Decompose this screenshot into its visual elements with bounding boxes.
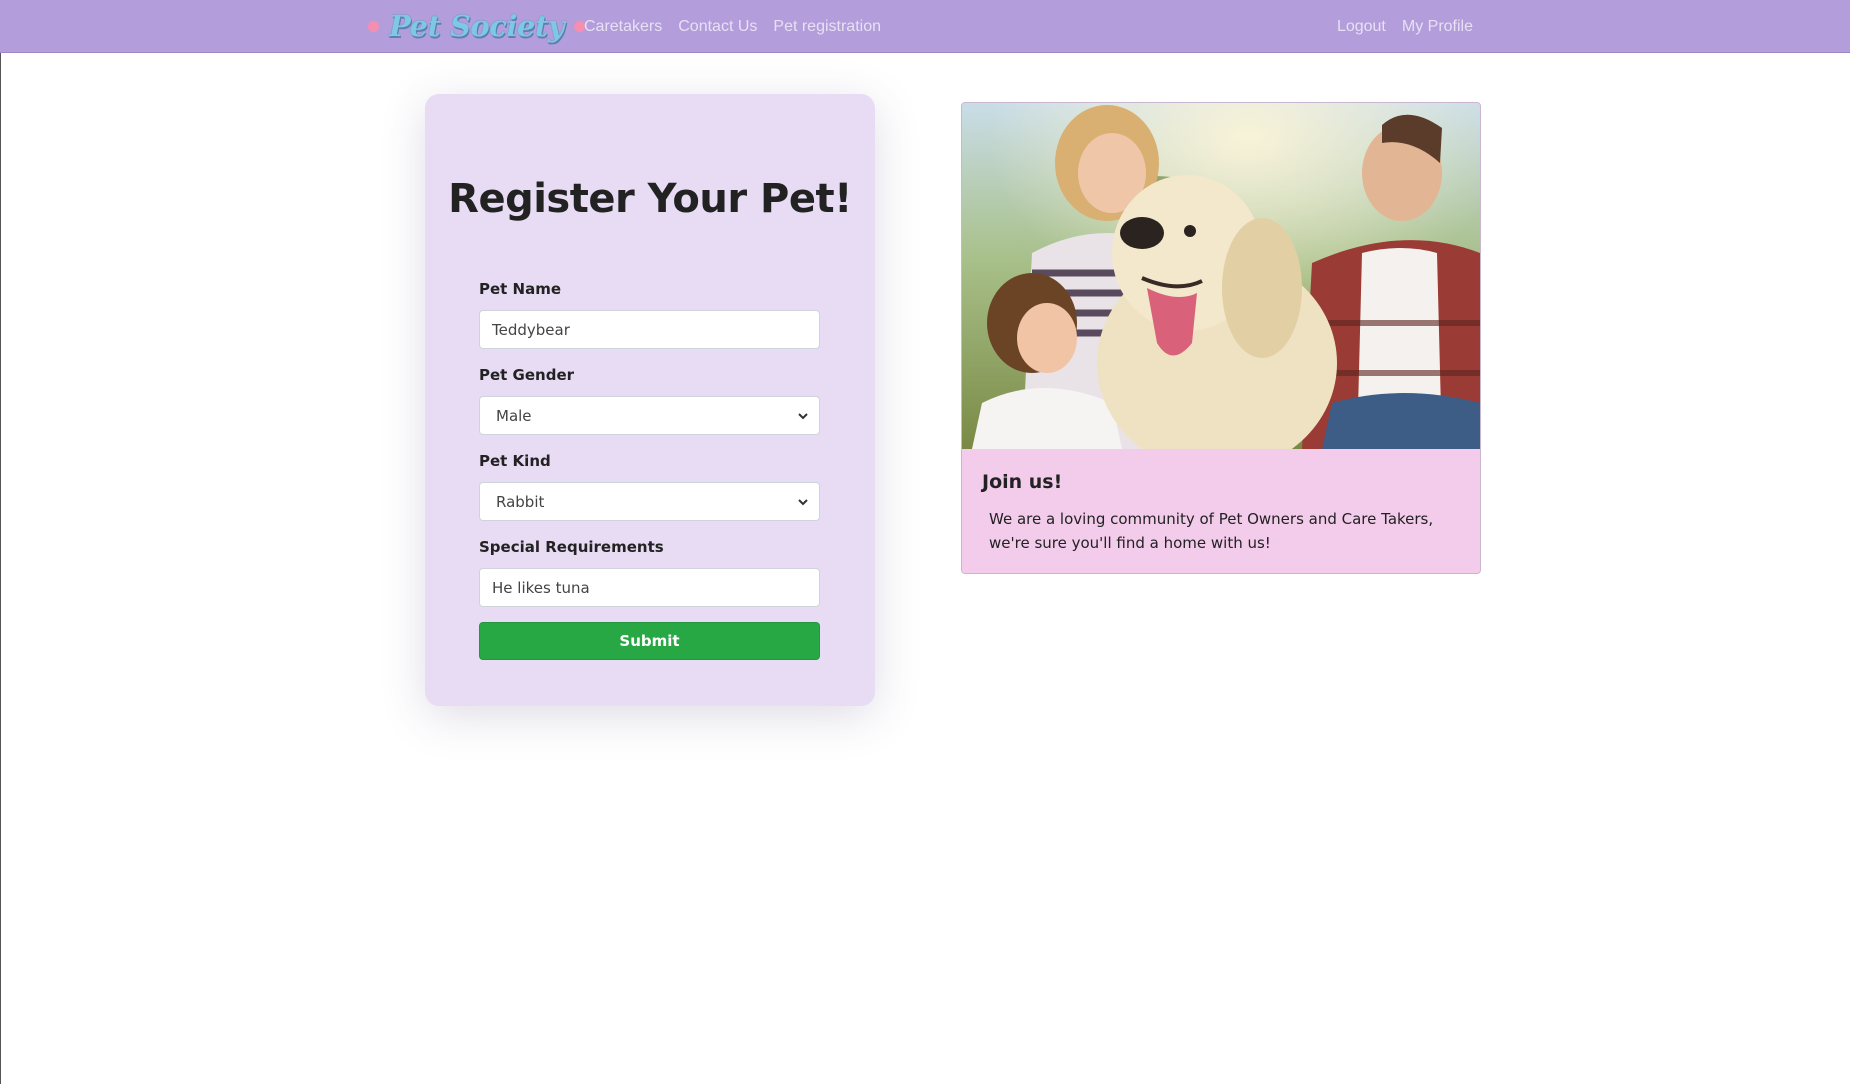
pet-kind-value: Rabbit (496, 492, 545, 511)
nav-link-my-profile[interactable]: My Profile (1402, 18, 1473, 36)
brand-name: Pet Society (389, 9, 565, 43)
join-us-card: Join us! We are a loving community of Pe… (961, 102, 1481, 574)
nav-link-caretakers[interactable]: Caretakers (584, 18, 662, 36)
nav-links-left: Caretakers Contact Us Pet registration (584, 0, 881, 53)
submit-button[interactable]: Submit (479, 622, 820, 660)
nav-links-right: Logout My Profile (1337, 0, 1473, 53)
page-frame (0, 0, 1850, 1084)
pet-name-label: Pet Name (479, 280, 562, 298)
brand-dot-left (368, 20, 379, 32)
nav-link-logout[interactable]: Logout (1337, 18, 1386, 36)
pet-name-value: Teddybear (492, 320, 570, 339)
pet-kind-label: Pet Kind (479, 452, 551, 470)
form-title: Register Your Pet! (448, 176, 852, 222)
family-with-dog-photo (962, 103, 1480, 449)
nav-link-contact-us[interactable]: Contact Us (678, 18, 757, 36)
join-us-text: We are a loving community of Pet Owners … (989, 510, 1434, 552)
navbar: Pet Society Caretakers Contact Us Pet re… (0, 0, 1850, 53)
pet-name-input[interactable]: Teddybear (479, 310, 820, 349)
special-requirements-input[interactable]: He likes tuna (479, 568, 820, 607)
nav-link-pet-registration[interactable]: Pet registration (773, 18, 881, 36)
brand-logo[interactable]: Pet Society (368, 4, 586, 48)
join-us-title: Join us! (982, 471, 1063, 493)
pet-gender-value: Male (496, 406, 532, 425)
chevron-down-icon (798, 412, 808, 419)
pet-gender-select[interactable]: Male (479, 396, 820, 435)
join-us-body: Join us! We are a loving community of Pe… (962, 449, 1480, 573)
pet-kind-select[interactable]: Rabbit (479, 482, 820, 521)
special-requirements-value: He likes tuna (492, 578, 590, 597)
pet-gender-label: Pet Gender (479, 366, 575, 384)
special-requirements-label: Special Requirements (479, 538, 664, 556)
chevron-down-icon (798, 498, 808, 505)
pet-registration-form: Register Your Pet! Pet Name Teddybear Pe… (425, 94, 875, 706)
